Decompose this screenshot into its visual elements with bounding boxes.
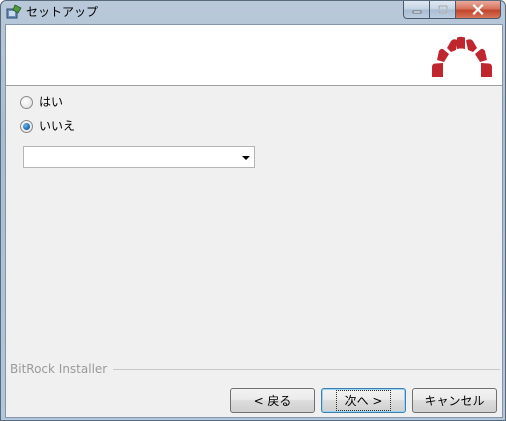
minimize-button[interactable] [403,1,430,19]
maximize-icon [437,5,448,14]
title-bar[interactable]: セットアップ [1,1,505,23]
selection-dropdown[interactable] [23,146,255,168]
cancel-button[interactable]: キャンセル [412,388,497,413]
cancel-button-label: キャンセル [424,394,485,408]
close-button[interactable] [456,1,501,19]
header-banner [6,25,502,86]
window-title: セットアップ [26,5,99,19]
option-no-label: いいえ [39,119,76,133]
minimize-icon [412,10,421,13]
next-button-label: 次へ > [335,390,392,411]
back-button[interactable]: < 戻る [230,388,315,413]
setup-window: セットアップ はい いいえ BitRock Installer < 戻る 次へ … [0,0,506,421]
next-button[interactable]: 次へ > [321,388,406,413]
option-no[interactable]: いいえ [20,118,75,134]
back-button-label: < 戻る [253,394,292,408]
radio-yes[interactable] [20,95,33,109]
option-yes-label: はい [39,95,64,109]
option-yes[interactable]: はい [20,94,63,110]
close-icon [472,4,484,15]
caption-buttons [403,1,501,19]
installer-icon [6,4,22,19]
redmine-logo [432,36,492,77]
brand-footer: BitRock Installer [10,362,500,376]
maximize-button[interactable] [430,1,456,19]
brand-text: BitRock Installer [10,362,114,376]
radio-no[interactable] [20,119,33,133]
chevron-down-icon[interactable] [242,156,250,160]
installer-body: はい いいえ BitRock Installer < 戻る 次へ > キャンセル [5,24,503,418]
